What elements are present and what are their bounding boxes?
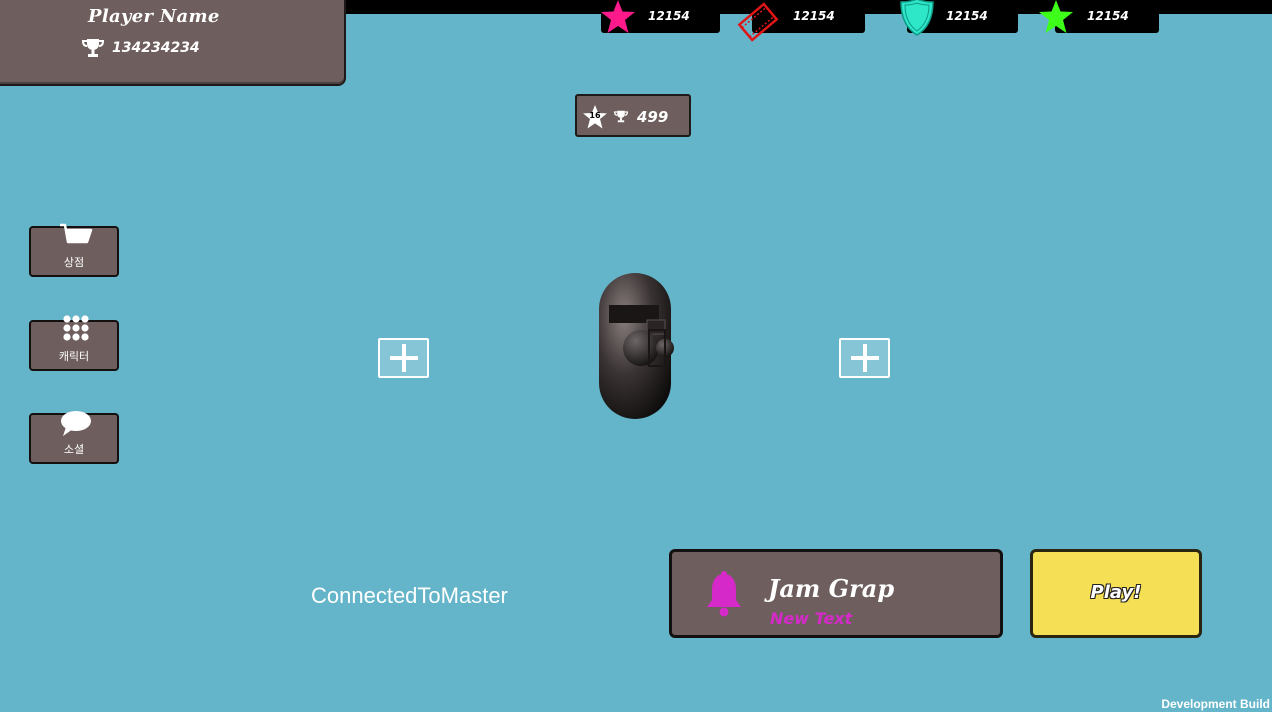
- green-star-icon: [1039, 0, 1073, 33]
- resource-value: 12154: [793, 9, 835, 23]
- resource-green-star[interactable]: 12154: [1039, 0, 1159, 33]
- player-profile-panel[interactable]: Player Name 134234234: [0, 0, 346, 86]
- player-trophy-count: 134234234: [112, 40, 200, 56]
- trophy-icon: [614, 110, 628, 123]
- shopping-cart-icon: [60, 223, 93, 244]
- character-button[interactable]: 캐릭터: [29, 315, 119, 371]
- red-film-ticket-icon: [737, 2, 779, 42]
- resource-value: 12154: [946, 9, 988, 23]
- player-level: 16: [589, 111, 601, 120]
- play-button[interactable]: Play!: [1030, 549, 1202, 638]
- trophy-icon: [82, 39, 104, 57]
- plus-icon: [390, 344, 418, 372]
- development-build-label: Development Build: [1161, 697, 1270, 711]
- player-character[interactable]: [595, 270, 679, 422]
- connection-status: ConnectedToMaster: [311, 583, 508, 608]
- play-button-label: Play!: [1090, 582, 1142, 603]
- bell-icon: [707, 571, 741, 617]
- trophy-road-badge[interactable]: 16 499: [575, 94, 691, 137]
- character-label: 캐릭터: [58, 350, 90, 363]
- resource-pink-star[interactable]: 12154: [601, 0, 720, 33]
- cyan-shield-icon: [900, 0, 934, 36]
- trophy-count: 499: [637, 108, 669, 126]
- resource-shield[interactable]: 12154: [900, 0, 1018, 36]
- social-button[interactable]: 소셜: [29, 411, 119, 464]
- grid-dots-icon: [63, 315, 89, 341]
- shop-label: 상점: [63, 256, 85, 269]
- game-mode-subtitle: New Text: [770, 609, 853, 628]
- social-label: 소셜: [63, 443, 85, 456]
- add-teammate-left-button[interactable]: [378, 338, 429, 378]
- plus-icon: [851, 344, 879, 372]
- resource-value: 12154: [648, 9, 690, 23]
- game-mode-title: Jam Grap: [768, 574, 895, 603]
- resource-film-ticket[interactable]: 12154: [737, 0, 865, 42]
- add-teammate-right-button[interactable]: [839, 338, 890, 378]
- pink-star-icon: [601, 0, 635, 33]
- chat-bubble-icon: [61, 411, 91, 436]
- game-mode-selector[interactable]: Jam Grap New Text: [669, 549, 1003, 638]
- resource-value: 12154: [1087, 9, 1129, 23]
- shop-button[interactable]: 상점: [29, 223, 119, 277]
- player-name: Player Name: [88, 6, 220, 27]
